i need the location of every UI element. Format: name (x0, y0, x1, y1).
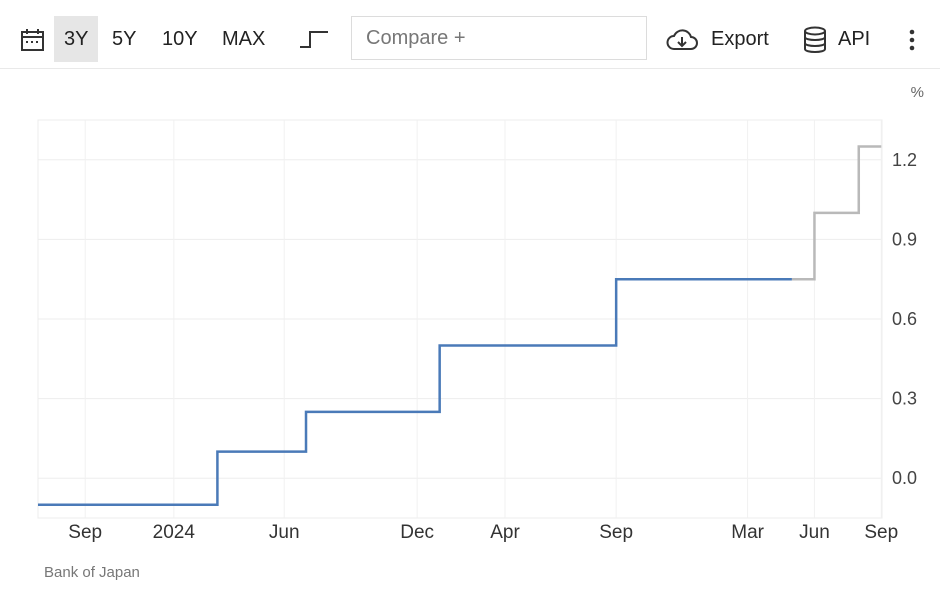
chart-area: 1.2 0.9 0.6 0.3 0.0 Sep 2024 Jun Dec Apr Sep Mar Ju… (37, 84, 924, 543)
y-axis-labels: 1.2 0.9 0.6 0.3 0.0 (892, 150, 917, 488)
unit-label: % (911, 84, 924, 101)
series-layer (38, 145, 882, 506)
range-5y-button[interactable]: 5Y (102, 16, 146, 62)
export-button[interactable]: Export (711, 16, 769, 62)
api-button[interactable]: API (838, 16, 870, 62)
range-max-button[interactable]: MAX (212, 16, 275, 62)
compare-input[interactable] (352, 17, 646, 59)
x-tick-label: Sep (68, 522, 102, 543)
chart-toolbar: 3Y 5Y 10Y MAX Export API (0, 0, 940, 69)
range-10y-button[interactable]: 10Y (152, 16, 208, 62)
y-tick-label: 0.0 (892, 468, 917, 488)
x-tick-label: Apr (490, 522, 520, 543)
database-icon[interactable] (803, 26, 827, 54)
y-tick-label: 1.2 (892, 150, 917, 170)
x-tick-label: Mar (731, 522, 764, 543)
more-vertical-icon[interactable] (905, 28, 919, 52)
range-3y-button[interactable]: 3Y (54, 16, 99, 62)
x-tick-label: Jun (799, 522, 830, 543)
history-series-line (38, 277, 792, 506)
x-tick-label: Dec (400, 522, 434, 543)
y-tick-label: 0.9 (892, 229, 917, 249)
compare-input-box[interactable] (351, 16, 647, 60)
y-tick-label: 0.3 (892, 389, 917, 409)
source-label: Bank of Japan (44, 564, 140, 581)
grid-lines (37, 119, 883, 519)
x-tick-label: Sep (864, 522, 898, 543)
cloud-download-icon[interactable] (665, 27, 699, 53)
y-tick-label: 0.6 (892, 309, 917, 329)
forecast-series-line (791, 145, 882, 281)
x-tick-label: 2024 (153, 522, 196, 543)
x-tick-label: Sep (599, 522, 633, 543)
step-line-icon[interactable] (298, 28, 330, 50)
calendar-icon[interactable] (20, 27, 46, 53)
x-axis-labels: Sep 2024 Jun Dec Apr Sep Mar Jun Sep (68, 522, 898, 543)
x-tick-label: Jun (269, 522, 300, 543)
